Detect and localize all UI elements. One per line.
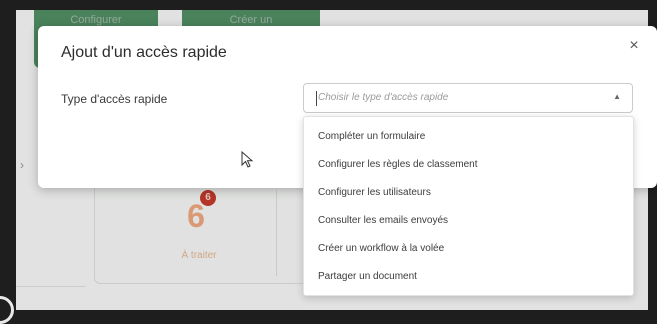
option-view-sent-emails[interactable]: Consulter les emails envoyés — [318, 215, 448, 226]
mouse-pointer-icon — [241, 151, 254, 168]
text-caret — [316, 91, 317, 106]
chevron-up-icon[interactable]: ▲ — [613, 92, 621, 101]
option-create-workflow[interactable]: Créer un workflow à la volée — [318, 243, 444, 254]
close-icon[interactable]: × — [626, 38, 642, 54]
circle-icon — [0, 296, 14, 324]
quick-access-type-select[interactable]: Choisir le type d'accès rapide ▲ — [303, 83, 633, 113]
modal-title: Ajout d'un accès rapide — [61, 44, 227, 61]
option-configure-classification-rules[interactable]: Configurer les règles de classement — [318, 159, 478, 170]
option-complete-form[interactable]: Compléter un formulaire — [318, 131, 425, 142]
option-share-document[interactable]: Partager un document — [318, 271, 417, 282]
option-configure-users[interactable]: Configurer les utilisateurs — [318, 187, 431, 198]
select-placeholder: Choisir le type d'accès rapide — [318, 92, 449, 103]
quick-access-type-label: Type d'accès rapide — [61, 92, 168, 106]
quick-access-type-dropdown: Compléter un formulaire Configurer les r… — [303, 116, 634, 296]
